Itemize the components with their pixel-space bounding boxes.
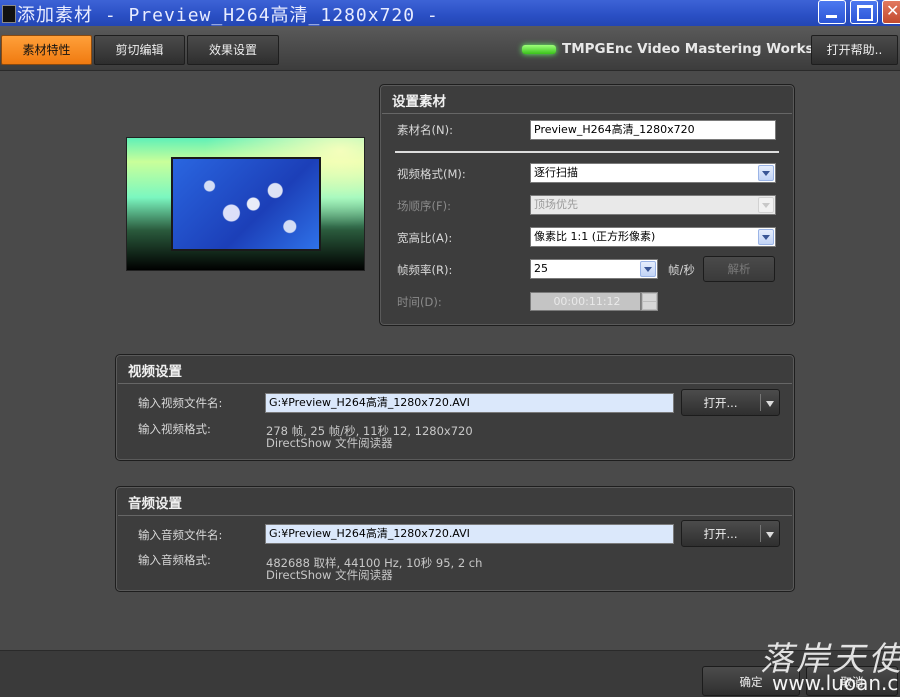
panel-divider xyxy=(382,113,792,114)
input-audio-format-label: 输入音频格式: xyxy=(138,553,211,567)
button-split xyxy=(760,525,761,542)
video-settings-title: 视频设置 xyxy=(128,364,182,380)
tab-cut-edit[interactable]: 剪切编辑 xyxy=(94,35,185,65)
spin-up-icon xyxy=(643,294,656,301)
chevron-down-icon[interactable] xyxy=(758,165,774,181)
video-format-select[interactable]: 逐行扫描 xyxy=(530,163,776,183)
open-video-label: 打开... xyxy=(703,396,738,410)
chevron-down-icon[interactable] xyxy=(758,229,774,245)
input-video-file-field[interactable]: G:¥Preview_H264高清_1280x720.AVI xyxy=(265,393,674,413)
window-title: 添加素材 - Preview_H264高清_1280x720 - xyxy=(17,5,439,26)
aspect-ratio-value: 像素比 1:1 (正方形像素) xyxy=(534,230,656,243)
close-icon[interactable] xyxy=(882,0,900,24)
chevron-down-icon[interactable] xyxy=(640,261,656,277)
input-video-file-label: 输入视频文件名: xyxy=(138,396,223,410)
clip-preview xyxy=(126,137,365,271)
spin-down-icon xyxy=(643,302,656,309)
input-audio-file-label: 输入音频文件名: xyxy=(138,528,223,542)
settings-divider xyxy=(395,151,779,153)
framerate-select[interactable]: 25 xyxy=(530,259,658,279)
app-icon xyxy=(2,5,16,23)
minimize-icon[interactable] xyxy=(818,0,846,24)
open-audio-label: 打开... xyxy=(703,527,738,541)
audio-settings-title: 音频设置 xyxy=(128,496,182,512)
video-format-value: 逐行扫描 xyxy=(534,166,578,179)
clip-name-label: 素材名(N): xyxy=(397,123,453,137)
open-audio-button[interactable]: 打开... xyxy=(681,520,780,547)
button-split xyxy=(760,394,761,411)
brand-name: TMPGEnc Video Mastering Works 5 xyxy=(562,41,828,57)
video-reader-info: DirectShow 文件阅读器 xyxy=(266,436,393,450)
input-video-format-label: 输入视频格式: xyxy=(138,422,211,436)
framerate-label: 帧频率(R): xyxy=(397,263,453,277)
framerate-value: 25 xyxy=(534,262,548,275)
tab-clip-properties[interactable]: 素材特性 xyxy=(1,35,92,65)
field-order-label: 场顺序(F): xyxy=(397,199,451,213)
chevron-down-icon xyxy=(758,197,774,213)
duration-label: 时间(D): xyxy=(397,295,442,309)
chevron-down-icon[interactable] xyxy=(766,401,774,407)
aspect-ratio-select[interactable]: 像素比 1:1 (正方形像素) xyxy=(530,227,776,247)
aspect-ratio-label: 宽高比(A): xyxy=(397,231,453,245)
framerate-unit: 帧/秒 xyxy=(668,263,695,277)
clip-settings-title: 设置素材 xyxy=(392,94,446,110)
duration-spinner xyxy=(641,292,658,311)
chevron-down-icon[interactable] xyxy=(766,532,774,538)
maximize-icon[interactable] xyxy=(850,0,878,24)
panel-divider xyxy=(118,383,792,384)
preview-image xyxy=(171,157,321,251)
field-order-value: 顶场优先 xyxy=(534,198,578,211)
duration-input: 00:00:11:12 xyxy=(530,292,641,311)
status-led-icon xyxy=(522,44,556,54)
brand: TMPGEnc Video Mastering Works 5 xyxy=(522,41,828,61)
field-order-select: 顶场优先 xyxy=(530,195,776,215)
tab-bar: 素材特性 剪切编辑 效果设置 TMPGEnc Video Mastering W… xyxy=(0,26,900,71)
tab-filter-settings[interactable]: 效果设置 xyxy=(187,35,279,65)
input-audio-file-field[interactable]: G:¥Preview_H264高清_1280x720.AVI xyxy=(265,524,674,544)
title-bar: 添加素材 - Preview_H264高清_1280x720 - xyxy=(0,0,900,26)
analyze-button[interactable]: 解析 xyxy=(703,256,775,282)
video-format-label: 视频格式(M): xyxy=(397,167,466,181)
open-help-button[interactable]: 打开帮助.. xyxy=(811,35,898,65)
audio-reader-info: DirectShow 文件阅读器 xyxy=(266,568,393,582)
panel-divider xyxy=(118,515,792,516)
open-video-button[interactable]: 打开... xyxy=(681,389,780,416)
watermark-site: www.luoan.cn xyxy=(772,671,900,695)
clip-name-input[interactable]: Preview_H264高清_1280x720 xyxy=(530,120,776,140)
